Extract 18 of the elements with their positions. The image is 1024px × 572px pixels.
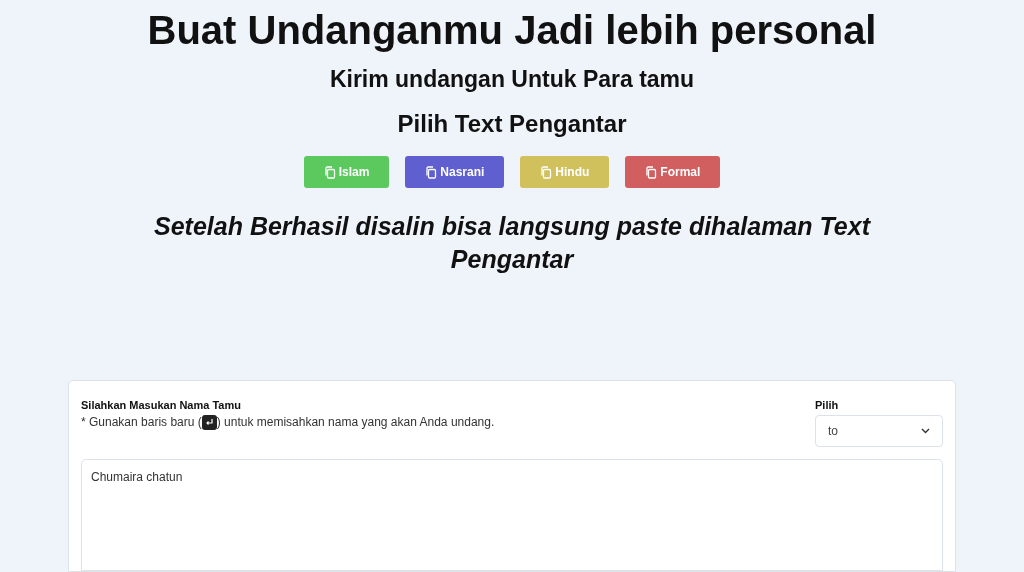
guest-names-field[interactable]: Chumaira chatun xyxy=(81,459,943,571)
copy-button[interactable]: Formal xyxy=(625,156,721,188)
section-title: Pilih Text Pengantar xyxy=(397,109,627,139)
copy-note: Setelah Berhasil disalin bisa langsung paste dihalaman Text Pengantar xyxy=(153,211,872,275)
chevron-down-icon xyxy=(921,428,930,434)
copy-icon xyxy=(425,165,438,179)
copy-icon xyxy=(540,165,553,179)
page-subtitle: Kirim undangan Untuk Para tamu xyxy=(329,65,695,94)
enter-key-icon xyxy=(201,414,217,430)
page-title: Buat Undanganmu Jadi lebih personal xyxy=(147,7,877,54)
copy-button[interactable]: Nasrani xyxy=(405,156,505,188)
hint-text: * Gunakan baris baru ( xyxy=(81,414,202,431)
copy-icon xyxy=(323,165,336,179)
hint-text: ) untuk memisahkan nama yang akan Anda undang. xyxy=(216,414,495,431)
field-label: Silahkan Masukan Nama Tamu xyxy=(81,398,242,413)
copy-icon xyxy=(645,165,658,179)
prefix-select[interactable]: to xyxy=(815,415,943,447)
field-label: Pilih xyxy=(815,398,840,413)
